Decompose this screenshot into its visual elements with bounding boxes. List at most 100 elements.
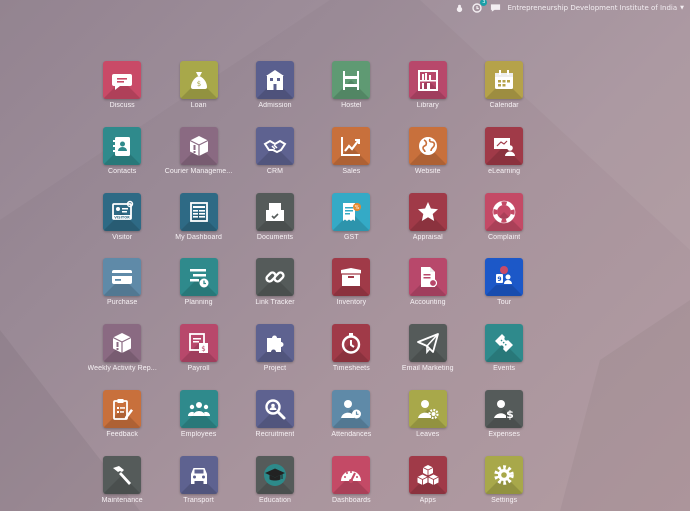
app-tile[interactable]: $ bbox=[179, 61, 218, 99]
app-website[interactable]: Website bbox=[390, 126, 466, 193]
app-accounting[interactable]: Accounting bbox=[390, 258, 466, 324]
app-tile[interactable] bbox=[485, 126, 524, 165]
app-discuss[interactable]: Discuss bbox=[84, 61, 160, 127]
app-tile[interactable] bbox=[255, 126, 294, 165]
app-events[interactable]: Events bbox=[466, 324, 542, 390]
app-link-tracker[interactable]: Link Tracker bbox=[237, 258, 313, 324]
activity-icon[interactable]: 3 bbox=[471, 0, 488, 14]
app-label: Expenses bbox=[488, 430, 520, 438]
app-calendar[interactable]: Calendar bbox=[466, 61, 542, 127]
app-tile[interactable] bbox=[485, 455, 524, 494]
bug-icon[interactable] bbox=[453, 2, 465, 14]
app-tile[interactable] bbox=[179, 192, 218, 231]
app-label: Education bbox=[258, 496, 291, 504]
app-attendances[interactable]: Attendances bbox=[313, 389, 389, 456]
app-tile[interactable] bbox=[332, 389, 371, 428]
app-tile[interactable] bbox=[332, 324, 371, 363]
app-tile[interactable] bbox=[103, 258, 142, 297]
app-label: Discuss bbox=[109, 102, 135, 109]
app-my-dashboard[interactable]: My Dashboard bbox=[160, 192, 236, 259]
app-tile[interactable] bbox=[332, 455, 371, 494]
app-tour[interactable]: 9 Tour bbox=[466, 258, 542, 324]
app-crm[interactable]: CRM bbox=[237, 126, 313, 193]
app-purchase[interactable]: Purchase bbox=[84, 258, 160, 324]
app-label: CRM bbox=[266, 167, 284, 175]
app-tile[interactable]: % bbox=[332, 192, 371, 231]
app-tile[interactable] bbox=[332, 258, 371, 297]
app-tile[interactable] bbox=[103, 126, 142, 165]
app-tile[interactable] bbox=[485, 192, 524, 231]
app-tile[interactable] bbox=[103, 61, 142, 99]
app-tile[interactable] bbox=[408, 61, 447, 99]
app-tile[interactable] bbox=[103, 324, 142, 363]
app-visitor[interactable]: VISITOR Visitor bbox=[84, 192, 160, 259]
app-sales[interactable]: Sales bbox=[313, 126, 389, 193]
app-gst[interactable]: % GST bbox=[313, 192, 389, 259]
app-label: Library bbox=[416, 102, 439, 109]
app-tile[interactable] bbox=[408, 192, 447, 231]
app-tile[interactable]: $ bbox=[179, 324, 218, 363]
app-documents[interactable]: Documents bbox=[237, 192, 313, 259]
app-apps[interactable]: Apps bbox=[390, 455, 466, 511]
app-tile[interactable] bbox=[179, 126, 218, 165]
app-tile[interactable] bbox=[255, 389, 294, 428]
app-email-marketing[interactable]: Email Marketing bbox=[390, 324, 466, 390]
app-employees[interactable]: Employees bbox=[160, 389, 236, 456]
app-tile[interactable] bbox=[255, 324, 294, 363]
svg-text:$: $ bbox=[201, 345, 205, 353]
app-weekly-activity-rep[interactable]: Weekly Activity Rep... bbox=[84, 324, 160, 390]
app-tile[interactable] bbox=[408, 324, 447, 363]
app-tile[interactable] bbox=[103, 455, 142, 494]
app-tile[interactable] bbox=[332, 61, 371, 99]
app-tile[interactable] bbox=[179, 455, 218, 494]
app-elearning[interactable]: eLearning bbox=[466, 126, 542, 193]
app-tile[interactable] bbox=[408, 389, 447, 428]
app-feedback[interactable]: Feedback bbox=[84, 389, 160, 456]
app-label: Link Tracker bbox=[255, 299, 295, 307]
app-label: Settings bbox=[491, 496, 518, 504]
app-payroll[interactable]: $ Payroll bbox=[160, 324, 236, 390]
app-tile[interactable] bbox=[332, 126, 371, 165]
app-hostel[interactable]: Hostel bbox=[313, 61, 389, 127]
app-tile[interactable] bbox=[485, 61, 524, 99]
app-tile[interactable] bbox=[103, 389, 142, 428]
app-contacts[interactable]: Contacts bbox=[84, 126, 160, 193]
app-tile[interactable] bbox=[255, 455, 294, 494]
company-switcher[interactable]: Entrepreneurship Development Institute o… bbox=[507, 4, 684, 12]
app-tile[interactable] bbox=[255, 192, 294, 231]
app-dashboards[interactable]: Dashboards bbox=[313, 455, 389, 511]
app-tile[interactable]: 9 bbox=[485, 258, 524, 297]
app-education[interactable]: Education bbox=[237, 455, 313, 511]
app-tile[interactable] bbox=[408, 258, 447, 297]
app-project[interactable]: Project bbox=[237, 324, 313, 390]
messages-icon[interactable] bbox=[489, 2, 501, 14]
app-planning[interactable]: Planning bbox=[160, 258, 236, 324]
app-leaves[interactable]: Leaves bbox=[390, 389, 466, 456]
app-inventory[interactable]: Inventory bbox=[313, 258, 389, 324]
top-navbar: 3 Entrepreneurship Development Institute… bbox=[453, 0, 690, 16]
app-tile[interactable] bbox=[485, 324, 524, 363]
app-maintenance[interactable]: Maintenance bbox=[84, 455, 160, 511]
app-grid: Discuss $ Loan Admission Hostel Library Calend… bbox=[84, 61, 542, 511]
app-recruitment[interactable]: Recruitment bbox=[237, 389, 313, 456]
app-courier-manageme[interactable]: Courier Manageme... bbox=[160, 126, 236, 193]
app-tile[interactable] bbox=[179, 258, 218, 297]
app-label: Weekly Activity Rep... bbox=[87, 365, 157, 373]
app-tile[interactable] bbox=[255, 61, 294, 99]
app-appraisal[interactable]: Appraisal bbox=[390, 192, 466, 259]
app-tile[interactable]: VISITOR bbox=[103, 192, 142, 231]
app-loan[interactable]: $ Loan bbox=[160, 61, 236, 127]
app-tile[interactable] bbox=[408, 126, 447, 165]
app-transport[interactable]: Transport bbox=[160, 455, 236, 511]
app-settings[interactable]: Settings bbox=[466, 455, 542, 511]
app-tile[interactable] bbox=[408, 455, 447, 494]
app-expenses[interactable]: $ Expenses bbox=[466, 389, 542, 456]
app-admission[interactable]: Admission bbox=[237, 61, 313, 127]
app-library[interactable]: Library bbox=[390, 61, 466, 127]
app-tile[interactable] bbox=[255, 258, 294, 297]
app-tile[interactable] bbox=[179, 389, 218, 428]
app-timesheets[interactable]: Timesheets bbox=[313, 324, 389, 390]
company-name: Entrepreneurship Development Institute o… bbox=[507, 4, 678, 12]
app-tile[interactable]: $ bbox=[485, 389, 524, 428]
app-complaint[interactable]: Complaint bbox=[466, 192, 542, 259]
